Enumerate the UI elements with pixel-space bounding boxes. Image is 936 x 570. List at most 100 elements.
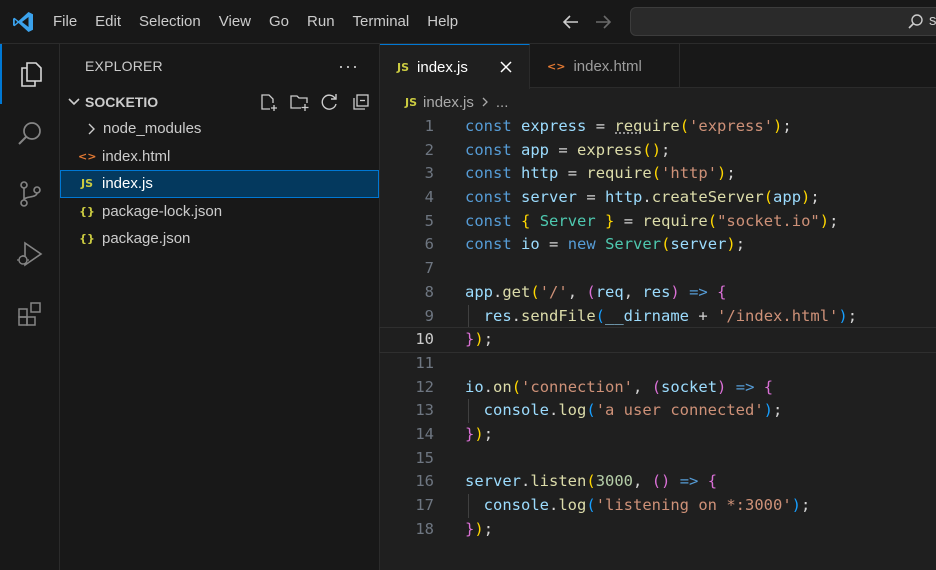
menu-file[interactable]: File <box>44 0 86 44</box>
collapse-all-icon[interactable] <box>351 92 371 112</box>
refresh-icon[interactable] <box>320 92 340 112</box>
vscode-logo-icon[interactable] <box>11 10 35 34</box>
menu-run[interactable]: Run <box>298 0 344 44</box>
js-file-icon: JS <box>397 60 410 74</box>
folder-name: SOCKETIO <box>85 93 159 110</box>
folder-socketio[interactable]: SOCKETIO <box>60 88 379 115</box>
tab-index-html[interactable]: <> index.html <box>530 44 680 88</box>
menu-selection[interactable]: Selection <box>130 0 210 44</box>
tree-item-label: index.html <box>102 147 171 165</box>
html-file-icon: <> <box>78 149 97 163</box>
menu-terminal[interactable]: Terminal <box>344 0 419 44</box>
code-line-current: 10}); <box>379 327 936 353</box>
menu-bar: File Edit Selection View Go Run Terminal… <box>44 0 467 44</box>
code-editor[interactable]: 1 const express = require('express'); 2 co… <box>379 115 936 542</box>
title-bar: File Edit Selection View Go Run Terminal… <box>0 0 936 44</box>
tree-item-label: package.json <box>102 230 191 248</box>
code-line-text: const { Server } = require("socket.io"); <box>465 211 839 230</box>
code-line: 12 io.on('connection', (socket) => { <box>380 376 936 400</box>
js-file-icon: JS <box>405 95 418 109</box>
code-line: 18}); <box>380 518 936 542</box>
breadcrumb-symbols[interactable]: ... <box>496 94 509 111</box>
code-line-text: const server = http.createServer(app); <box>465 188 820 207</box>
code-line-text: server.listen(3000, () => { <box>465 472 718 491</box>
code-line-text: const express = require('express'); <box>465 117 792 135</box>
explorer-sidebar: EXPLORER ··· SOCKETIO node_modules <> in… <box>60 44 380 570</box>
tree-item-label: node_modules <box>103 120 202 138</box>
new-file-icon[interactable] <box>258 92 278 112</box>
command-center-search[interactable]: s <box>630 7 936 36</box>
menu-go[interactable]: Go <box>260 0 298 44</box>
code-line-text: res.sendFile(__dirname + '/index.html'); <box>483 306 858 325</box>
run-debug-icon <box>17 241 43 267</box>
code-line: 16 server.listen(3000, () => { <box>380 470 936 494</box>
editor-tabs: JS index.js <> index.html <box>380 44 936 89</box>
source-control-icon <box>20 181 41 207</box>
code-line: 2 const app = express(); <box>380 139 936 163</box>
html-file-icon: <> <box>547 59 566 73</box>
code-line-text: const io = new Server(server); <box>465 235 746 254</box>
close-icon[interactable] <box>498 59 514 75</box>
more-actions-icon[interactable]: ··· <box>338 57 359 75</box>
code-line: 7 <box>424 259 434 278</box>
code-line: 6 const io = new Server(server); <box>380 233 936 257</box>
code-line: 13 console.log('a user connected'); <box>380 399 936 423</box>
search-text: s <box>929 12 936 29</box>
search-icon <box>908 14 923 29</box>
tree-item-index-html[interactable]: <> index.html <box>60 143 379 171</box>
json-file-icon: {} <box>79 232 95 246</box>
js-file-icon: JS <box>80 177 93 191</box>
explorer-header: EXPLORER ··· <box>60 44 379 88</box>
chevron-right-icon <box>88 123 95 135</box>
code-line-text: }); <box>465 519 494 538</box>
explorer-title: EXPLORER <box>85 58 163 74</box>
menu-edit[interactable]: Edit <box>86 0 130 44</box>
menu-help[interactable]: Help <box>418 0 467 44</box>
activity-extensions[interactable] <box>0 284 60 344</box>
code-line: 9 res.sendFile(__dirname + '/index.html'… <box>380 304 936 329</box>
code-line: 5 const { Server } = require("socket.io")… <box>380 210 936 234</box>
activity-run-debug[interactable] <box>0 224 60 284</box>
menu-view[interactable]: View <box>210 0 260 44</box>
tab-label: index.js <box>417 58 468 76</box>
code-line-text: }); <box>465 424 494 443</box>
code-line: 17 console.log('listening on *:3000'); <box>380 494 936 518</box>
chevron-down-icon <box>68 97 80 105</box>
search-icon <box>18 122 41 145</box>
code-line-text: io.on('connection', (socket) => { <box>465 377 774 396</box>
code-line-text: app.get('/', (req, res) => { <box>465 282 727 301</box>
editor-area: JS index.js <> index.html JS index.js ..… <box>379 44 936 570</box>
breadcrumb-file[interactable]: index.js <box>423 94 474 111</box>
new-folder-icon[interactable] <box>289 92 309 112</box>
tree-item-index-js[interactable]: JS index.js <box>60 170 379 198</box>
tree-item-package-json[interactable]: {} package.json <box>60 225 379 253</box>
code-line-text: }); <box>465 330 494 349</box>
breadcrumb: JS index.js ... <box>380 88 936 116</box>
code-line: 4 const server = http.createServer(app); <box>380 186 936 210</box>
tree-item-label: package-lock.json <box>102 202 223 220</box>
explorer-icon <box>21 62 42 87</box>
json-file-icon: {} <box>79 204 95 218</box>
code-line-text: console.log('listening on *:3000'); <box>483 496 811 514</box>
tree-item-package-lock-json[interactable]: {} package-lock.json <box>60 198 379 226</box>
folder-actions <box>258 92 371 112</box>
extensions-icon <box>18 302 41 326</box>
activity-bar <box>0 44 60 570</box>
tab-index-js[interactable]: JS index.js <box>380 44 530 89</box>
activity-search[interactable] <box>0 104 60 164</box>
code-line-text: console.log('a user connected'); <box>483 401 783 420</box>
tree-item-label: index.js <box>102 175 153 193</box>
tab-label: index.html <box>573 57 642 75</box>
back-arrow-icon[interactable] <box>560 11 582 33</box>
code-line: 14}); <box>380 423 936 447</box>
forward-arrow-icon[interactable] <box>592 11 614 33</box>
code-line: 15 <box>415 448 434 467</box>
tree-item-node-modules[interactable]: node_modules <box>60 115 379 143</box>
code-line: 3 const http = require('http'); <box>380 162 936 186</box>
code-line-text: const http = require('http'); <box>465 164 736 183</box>
chevron-right-icon <box>482 97 488 107</box>
code-line-text: const app = express(); <box>465 140 671 159</box>
code-line: 1 const express = require('express'); <box>380 115 936 139</box>
activity-source-control[interactable] <box>0 164 60 224</box>
activity-explorer[interactable] <box>0 44 60 104</box>
